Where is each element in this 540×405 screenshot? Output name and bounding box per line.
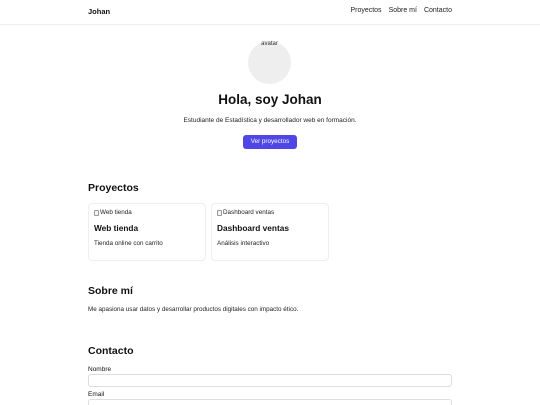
nav-link-proyectos[interactable]: Proyectos <box>350 7 381 14</box>
nav-link-contacto[interactable]: Contacto <box>424 7 452 14</box>
nav-link-sobre-mi[interactable]: Sobre mí <box>389 7 417 14</box>
brand-logo-text[interactable]: Johan <box>88 7 110 16</box>
project-image-alt: Web tienda <box>100 209 132 216</box>
portfolio-page: Johan Proyectos Sobre mí Contacto avatar… <box>0 0 540 405</box>
top-navbar: Johan Proyectos Sobre mí Contacto <box>0 0 540 25</box>
project-image-alt: Dashboard ventas <box>223 209 275 216</box>
about-heading: Sobre mí <box>88 285 133 297</box>
hero-subtitle: Estudiante de Estadística y desarrollado… <box>183 117 357 124</box>
avatar-alt-text: avatar <box>261 41 278 47</box>
email-label: Email <box>88 391 105 398</box>
broken-image-icon <box>94 209 99 216</box>
broken-image-icon <box>217 209 222 216</box>
name-field[interactable] <box>88 374 452 387</box>
name-label: Nombre <box>88 366 112 373</box>
project-description: Tienda online con carrito <box>94 240 163 247</box>
main-nav: Proyectos Sobre mí Contacto <box>350 7 452 14</box>
projects-heading: Proyectos <box>88 182 139 194</box>
project-image: Web tienda <box>94 209 132 216</box>
project-title: Dashboard ventas <box>217 223 289 233</box>
project-card-web-tienda[interactable]: Web tienda Web tienda Tienda online con … <box>88 203 206 261</box>
project-description: Análisis interactivo <box>217 240 270 247</box>
avatar: avatar <box>248 41 291 84</box>
contact-heading: Contacto <box>88 345 134 357</box>
view-projects-button[interactable]: Ver proyectos <box>243 135 297 149</box>
about-text: Me apasiona usar datos y desarrollar pro… <box>88 306 299 313</box>
hero-title: Hola, soy Johan <box>218 92 322 107</box>
project-title: Web tienda <box>94 223 139 233</box>
project-image: Dashboard ventas <box>217 209 274 216</box>
email-field[interactable] <box>88 399 452 405</box>
project-card-dashboard-ventas[interactable]: Dashboard ventas Dashboard ventas Anális… <box>211 203 329 261</box>
